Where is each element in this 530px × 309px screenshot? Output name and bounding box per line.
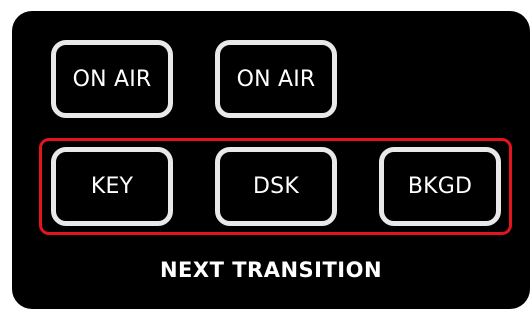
dsk-button[interactable]: DSK	[215, 147, 337, 226]
on-air-button-1[interactable]: ON AIR	[51, 40, 173, 118]
bkgd-button[interactable]: BKGD	[379, 147, 501, 226]
key-button[interactable]: KEY	[51, 147, 173, 226]
on-air-button-2[interactable]: ON AIR	[215, 40, 337, 118]
next-transition-label: NEXT TRANSITION	[159, 258, 383, 282]
